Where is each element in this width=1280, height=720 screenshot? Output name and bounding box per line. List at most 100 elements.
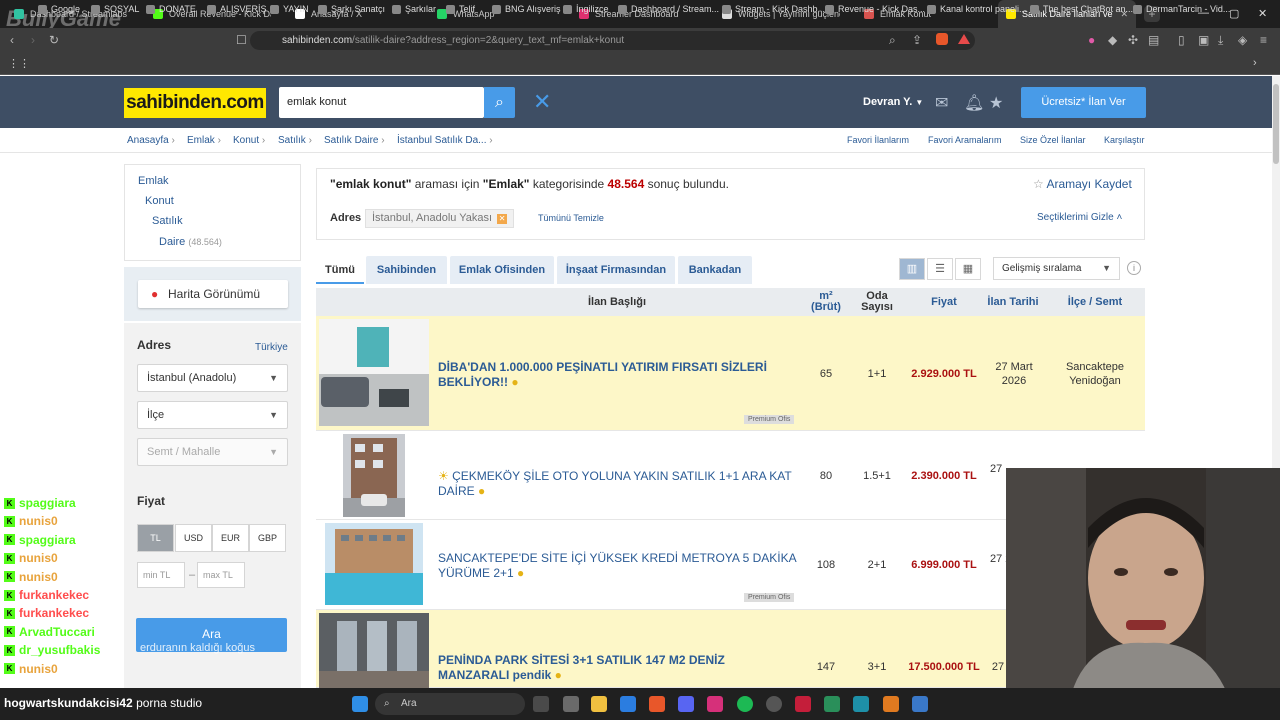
bookmark-item[interactable]: Şarkı Sanatçı — [318, 4, 385, 14]
bookmark-item[interactable]: SOSYAL — [91, 4, 139, 14]
wallet-icon[interactable]: ▣ — [1198, 33, 1209, 47]
share-icon[interactable]: ⇪ — [912, 33, 922, 47]
site-logo[interactable]: sahibinden.com — [124, 88, 266, 118]
discord-icon[interactable] — [678, 696, 694, 712]
extension-icon[interactable]: ▤ — [1148, 33, 1159, 47]
star-icon[interactable]: ★ — [989, 93, 1003, 113]
bookmark-item[interactable]: Google — [38, 4, 80, 14]
column-m2[interactable]: m² (Brüt) — [805, 288, 847, 316]
mail-icon[interactable]: ✉ — [935, 93, 948, 113]
bookmark-item[interactable]: Telif — [446, 4, 475, 14]
address-filter-chip[interactable]: İstanbul, Anadolu Yakası ✕ — [365, 209, 515, 228]
tab-tumu[interactable]: Tümü — [316, 256, 364, 284]
spotify-icon[interactable] — [737, 696, 753, 712]
brave-shield-icon[interactable] — [936, 33, 948, 45]
extension-icon[interactable]: ◆ — [1108, 33, 1117, 47]
widgets-icon[interactable] — [563, 696, 579, 712]
app-icon[interactable] — [795, 696, 811, 712]
start-icon[interactable] — [352, 696, 368, 712]
remove-filter-icon[interactable]: ✕ — [497, 214, 508, 224]
app-icon[interactable] — [912, 696, 928, 712]
bookmark-item[interactable]: Kanal kontrol paneli... — [927, 4, 1027, 14]
bookmark-page-icon[interactable]: ☐ — [236, 33, 247, 47]
tab-emlak-ofisinden[interactable]: Emlak Ofisinden — [450, 256, 554, 284]
neighborhood-select[interactable]: Semt / Mahalle ▼ — [137, 438, 288, 466]
file-explorer-icon[interactable] — [591, 696, 607, 712]
map-view-button[interactable]: ● Harita Görünümü — [138, 280, 288, 308]
search-button[interactable]: ⌕ — [484, 87, 515, 118]
extensions-icon[interactable]: ✣ — [1128, 33, 1138, 47]
listing-title[interactable]: SANCAKTEPE'DE SİTE İÇİ YÜKSEK KREDİ METR… — [438, 551, 798, 581]
task-view-icon[interactable] — [533, 696, 549, 712]
bookmark-item[interactable]: YAYIN — [270, 4, 309, 14]
top-link[interactable]: Karşılaştır — [1104, 135, 1145, 145]
column-price[interactable]: Fiyat — [908, 288, 980, 316]
menu-icon[interactable]: ≡ — [1260, 33, 1267, 47]
reload-icon[interactable]: ↻ — [49, 33, 59, 47]
listing-photo[interactable] — [319, 613, 429, 688]
breadcrumb-item[interactable]: İstanbul Satılık Da... › — [397, 135, 493, 146]
listing-title[interactable]: ☀ ÇEKMEKÖY ŞİLE OTO YOLUNA YAKIN SATILIK… — [438, 469, 798, 499]
apps-icon[interactable]: ⋮⋮ — [8, 57, 30, 70]
app-icon[interactable] — [883, 696, 899, 712]
bookmark-item[interactable]: Stream - Kick Dashb... — [722, 4, 825, 14]
top-link[interactable]: Favori İlanlarım — [847, 135, 909, 145]
column-date[interactable]: İlan Tarihi — [983, 288, 1043, 316]
bookmark-item[interactable]: Revenue - Kick Das... — [825, 4, 925, 14]
sort-select[interactable]: Gelişmiş sıralama ▼ — [993, 257, 1120, 280]
list-view-icon[interactable]: ▥ — [899, 258, 925, 280]
close-window-icon[interactable]: ✕ — [1258, 7, 1267, 20]
listing-photo[interactable] — [343, 434, 405, 517]
brave-rewards-icon[interactable] — [958, 34, 970, 44]
download-icon[interactable]: ⤓ — [1218, 33, 1223, 48]
city-select[interactable]: İstanbul (Anadolu) ▼ — [137, 364, 288, 392]
clear-all-link[interactable]: Tümünü Temizle — [538, 213, 604, 223]
grid-view-icon[interactable]: ▦ — [955, 258, 981, 280]
top-link[interactable]: Favori Aramalarım — [928, 135, 1002, 145]
category-daire[interactable]: Daire (48.564) — [159, 236, 222, 248]
bookmark-item[interactable]: The best ChatBot an... — [1030, 4, 1133, 14]
brave-vpn-icon[interactable]: ◈ — [1238, 33, 1247, 47]
breadcrumb-item[interactable]: Anasayfa › — [127, 135, 175, 146]
taskbar-search[interactable]: ⌕ Ara — [375, 693, 525, 715]
listing-title[interactable]: PENİNDA PARK SİTESİ 3+1 SATILIK 147 M2 D… — [438, 653, 788, 683]
search-input[interactable]: emlak konut — [279, 87, 484, 118]
save-search-button[interactable]: ☆ Aramayı Kaydet — [1033, 177, 1132, 191]
category-satilik[interactable]: Satılık — [152, 215, 183, 227]
bookmark-item[interactable]: DermanTarcin - Vid... — [1133, 4, 1230, 14]
category-emlak[interactable]: Emlak — [138, 175, 169, 187]
bookmark-item[interactable]: İngilizce — [563, 4, 609, 14]
district-select[interactable]: İlçe ▼ — [137, 401, 288, 429]
maximize-icon[interactable]: ▢ — [1229, 7, 1239, 20]
country-link[interactable]: Türkiye — [255, 342, 288, 353]
obs-icon[interactable] — [766, 696, 782, 712]
breadcrumb-item[interactable]: Konut › — [233, 135, 265, 146]
url-bar[interactable]: sahibinden.com/satilik-daire?address_reg… — [250, 31, 975, 50]
bell-icon[interactable]: 🔔︎ — [964, 93, 984, 113]
breadcrumb-item[interactable]: Emlak › — [187, 135, 221, 146]
forward-icon[interactable]: › — [31, 33, 35, 47]
column-location[interactable]: İlçe / Semt — [1046, 288, 1144, 316]
hide-selection-link[interactable]: Seçtiklerimi Gizle ˄ — [1037, 212, 1122, 223]
bookmark-item[interactable]: Dashboard / Stream... — [618, 4, 719, 14]
top-link[interactable]: Size Özel İlanlar — [1020, 135, 1086, 145]
more-bookmarks-icon[interactable]: › — [1253, 57, 1257, 69]
listing-photo[interactable] — [325, 523, 423, 605]
brave-icon[interactable] — [649, 696, 665, 712]
breadcrumb-item[interactable]: Satılık › — [278, 135, 312, 146]
bookmark-item[interactable]: BNG Alışveriş — [492, 4, 561, 14]
post-ad-button[interactable]: Ücretsiz* İlan Ver — [1021, 87, 1146, 118]
sidebar-icon[interactable]: ▯ — [1178, 33, 1185, 47]
tab-sahibinden[interactable]: Sahibinden — [366, 256, 447, 284]
listing-title[interactable]: DİBA'DAN 1.000.000 PEŞİNATLI YATIRIM FIR… — [438, 360, 788, 390]
tab-insaat-firmasindan[interactable]: İnşaat Firmasından — [557, 256, 675, 284]
listing-photo[interactable] — [319, 319, 429, 426]
category-konut[interactable]: Konut — [145, 195, 174, 207]
back-icon[interactable]: ‹ — [10, 33, 14, 47]
breadcrumb-item[interactable]: Satılık Daire › — [324, 135, 385, 146]
extension-icon[interactable]: ● — [1088, 33, 1095, 47]
app-icon[interactable] — [853, 696, 869, 712]
clear-search-icon[interactable]: ✕ — [533, 89, 551, 115]
bookmark-item[interactable]: ALIŞVERİŞ — [207, 4, 267, 14]
compact-view-icon[interactable]: ☰ — [927, 258, 953, 280]
